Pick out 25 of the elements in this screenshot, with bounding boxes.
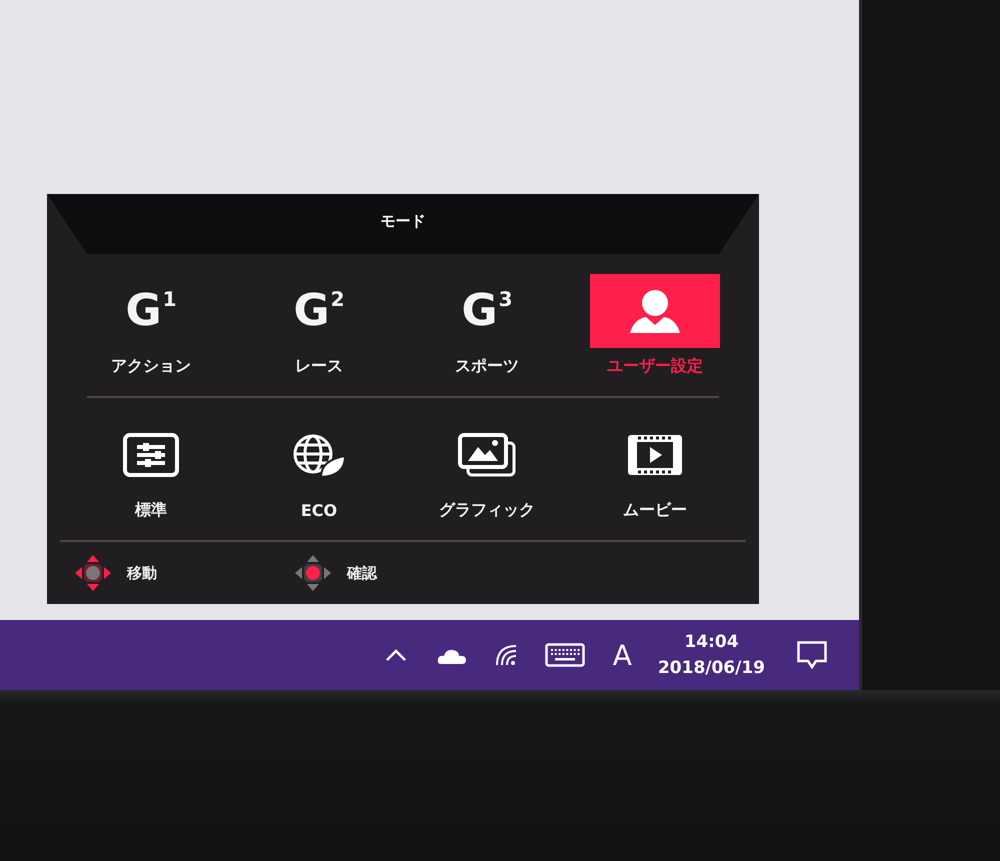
globe-leaf-icon [291,434,347,478]
mode-label: グラフィック [439,500,535,520]
film-play-icon [626,432,684,476]
hint-label: 移動 [127,564,157,582]
notification-icon[interactable] [797,641,827,669]
sliders-icon [123,432,179,476]
mode-label: アクション [111,356,191,376]
person-icon [628,288,682,332]
direction-pad-icon [293,553,333,593]
mode-label: レース [295,356,343,376]
wifi-icon[interactable] [494,644,517,666]
input-mode-indicator[interactable]: A [612,638,632,672]
taskbar-clock[interactable]: 14:04 2018/06/19 [658,629,765,681]
hint-label: 確認 [347,564,377,582]
selected-mode-tile[interactable] [590,274,720,348]
mode-label: スポーツ [455,356,519,376]
pictures-icon [458,432,516,476]
chevron-up-icon[interactable] [384,649,407,661]
keyboard-icon[interactable] [544,643,585,667]
mode-label: ユーザー設定 [607,356,703,376]
mode-label: ECO [300,500,338,520]
direction-pad-icon [73,553,113,593]
mode-label: 標準 [135,500,167,520]
mode-label: ムービー [623,500,687,520]
menu-title: モード [380,212,426,230]
